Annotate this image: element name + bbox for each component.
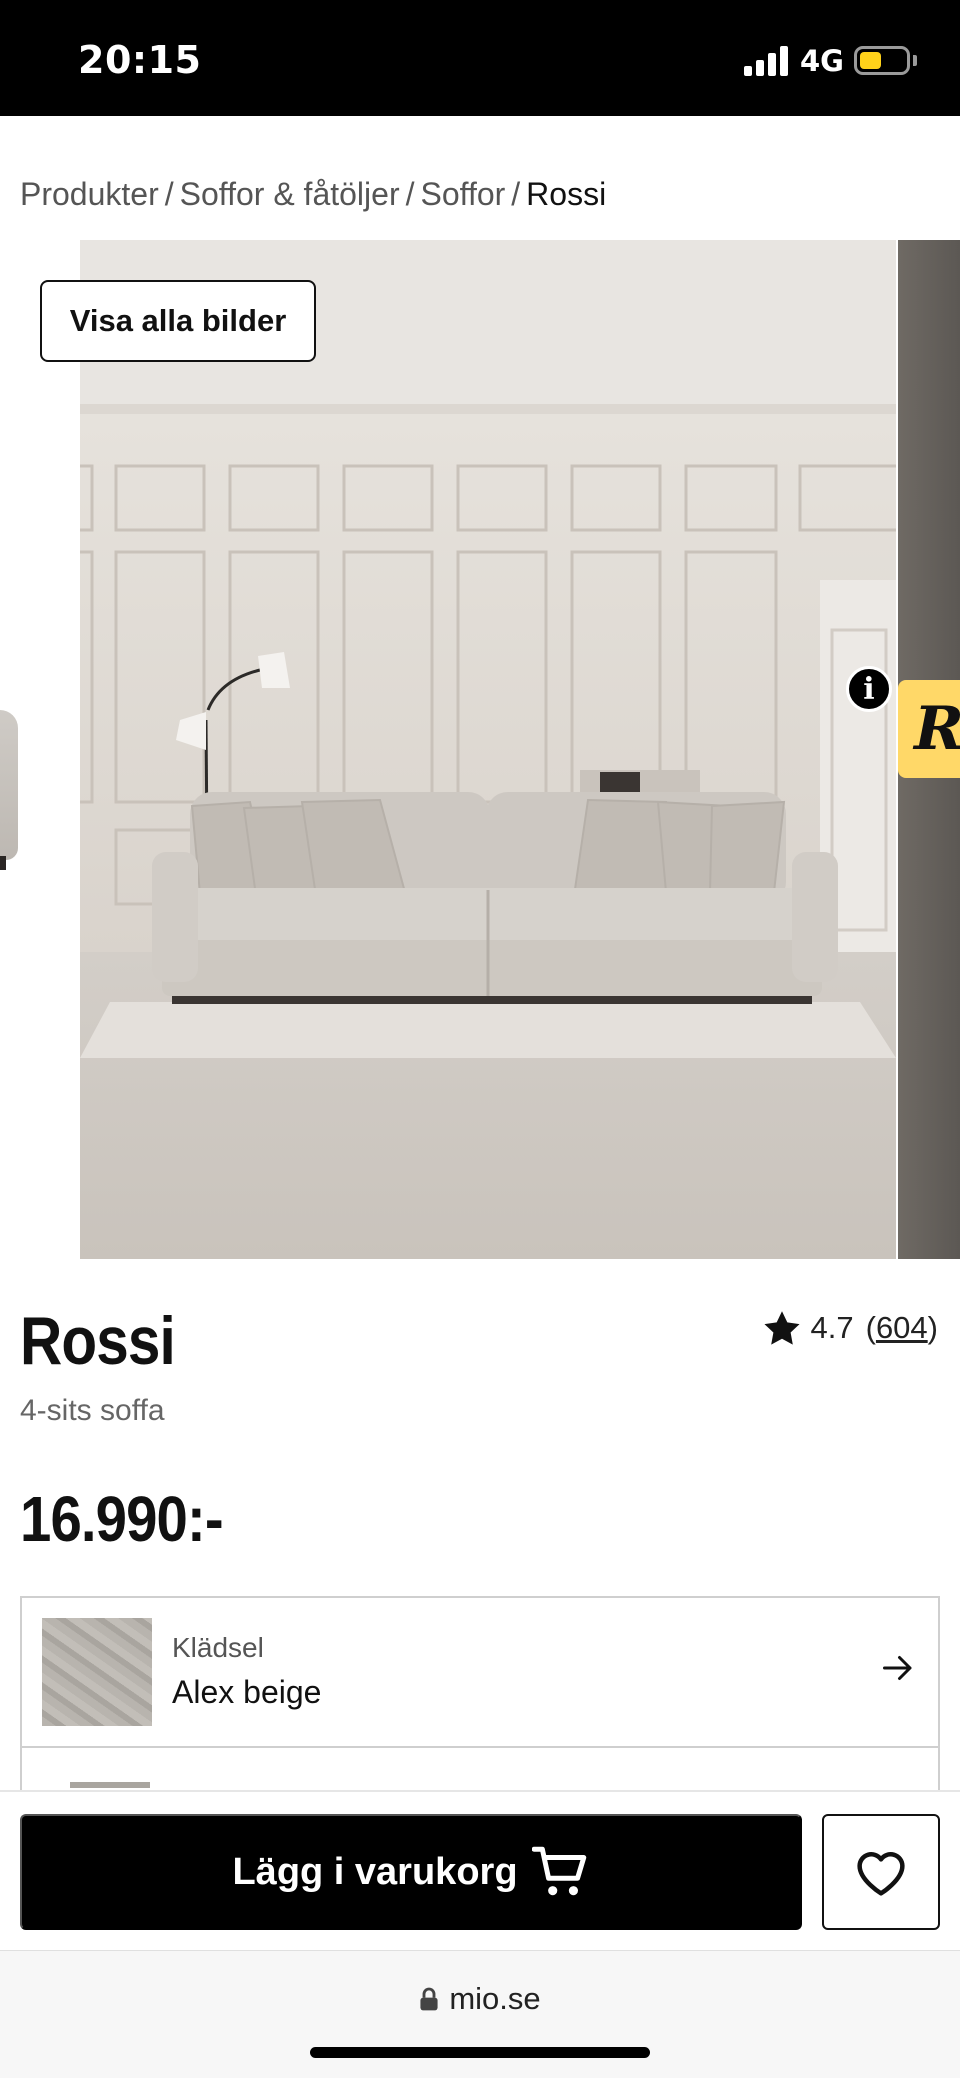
browser-url-bar[interactable]: mio.se — [0, 1950, 960, 2078]
option-value: Alex beige — [172, 1674, 322, 1710]
product-title: Rossi — [20, 1303, 176, 1379]
breadcrumb-item-current: Rossi — [526, 176, 607, 212]
status-bar: 20:15 4G — [0, 0, 960, 116]
breadcrumb-item-soffor[interactable]: Soffor — [420, 176, 505, 212]
home-indicator[interactable] — [310, 2047, 650, 2058]
cart-icon — [531, 1846, 586, 1896]
option-row-partial[interactable] — [22, 1748, 938, 1796]
chat-widget-badge[interactable]: R — [898, 680, 960, 778]
option-label: Klädsel — [172, 1632, 264, 1663]
url-text: mio.se — [449, 1981, 541, 2016]
product-options-list: Klädsel Alex beige — [20, 1596, 940, 1796]
info-icon[interactable]: i — [846, 666, 892, 712]
battery-cap — [913, 55, 917, 66]
review-count-link[interactable]: 604 — [876, 1310, 928, 1346]
option-row-upholstery[interactable]: Klädsel Alex beige — [22, 1598, 938, 1748]
previous-image-peek[interactable] — [0, 710, 18, 870]
show-all-images-button[interactable]: Visa alla bilder — [40, 280, 316, 362]
product-image[interactable] — [80, 240, 896, 1259]
chat-widget-logo: R — [914, 694, 960, 764]
sofa-room-illustration — [80, 240, 896, 1259]
review-count-close: ) — [927, 1310, 938, 1345]
url-display[interactable]: mio.se — [0, 1981, 960, 2017]
breadcrumb-separator: / — [511, 176, 521, 212]
image-gallery[interactable]: Visa alla bilder — [0, 240, 960, 1260]
arrow-right-icon — [883, 1656, 912, 1680]
heart-icon — [857, 1852, 905, 1896]
review-count-open: ( — [865, 1310, 876, 1345]
breadcrumb-item-produkter[interactable]: Produkter — [20, 176, 159, 212]
add-to-cart-button[interactable]: Lägg i varukorg — [20, 1814, 802, 1930]
product-price: 16.990:- — [20, 1483, 224, 1555]
lock-icon — [420, 1987, 438, 2011]
product-rating[interactable]: 4.7 (604) — [763, 1310, 938, 1346]
breadcrumb-separator: / — [164, 176, 174, 212]
add-to-cart-label: Lägg i varukorg — [232, 1850, 518, 1893]
breadcrumb-item-soffor-fatoljer[interactable]: Soffor & fåtöljer — [180, 176, 400, 212]
star-icon — [763, 1311, 800, 1345]
sticky-action-bar: Lägg i varukorg — [0, 1790, 960, 1950]
breadcrumb-separator: / — [405, 176, 415, 212]
product-subtitle: 4-sits soffa — [20, 1394, 165, 1427]
signal-icon — [744, 46, 788, 76]
fabric-swatch-thumbnail — [42, 1618, 152, 1726]
option-thumbnail-partial — [70, 1782, 150, 1788]
breadcrumb: Produkter / Soffor & fåtöljer / Soffor / Rossi — [20, 176, 606, 213]
network-label: 4G — [800, 44, 844, 78]
status-time: 20:15 — [78, 38, 202, 82]
favorite-button[interactable] — [822, 1814, 940, 1930]
rating-value: 4.7 — [810, 1310, 854, 1345]
battery-icon — [854, 46, 910, 75]
